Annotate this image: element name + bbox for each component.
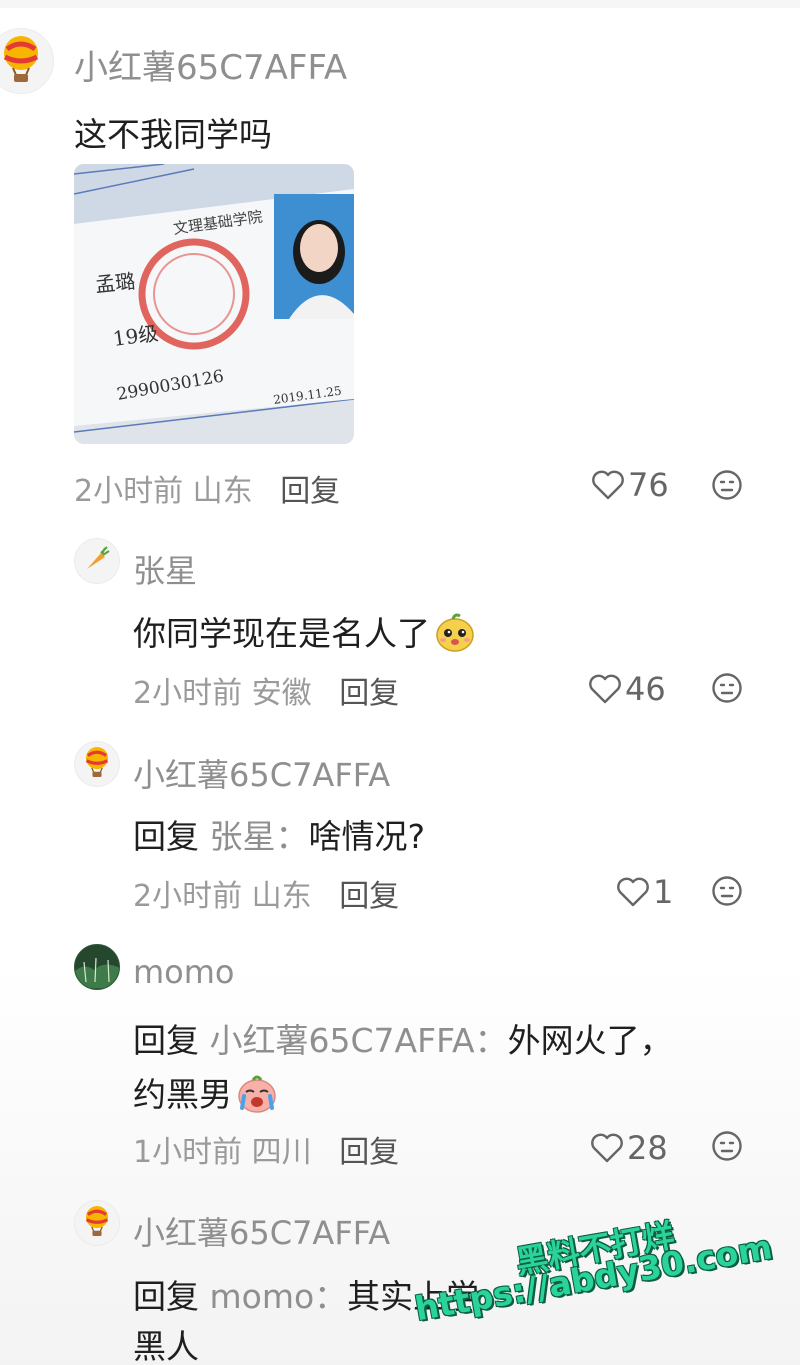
comment-username[interactable]: 小红薯65C7AFFA xyxy=(74,40,347,89)
crying-emoji-icon xyxy=(236,1072,278,1122)
comment-location: 山东 xyxy=(192,474,253,509)
dislike-face-icon xyxy=(712,876,742,906)
dislike-button[interactable] xyxy=(711,672,743,708)
comment-text-line2: 约黑男 xyxy=(133,1068,278,1122)
user-avatar[interactable] xyxy=(74,944,120,990)
comment-text: 回复 小红薯65C7AFFA：外网火了， xyxy=(133,1014,673,1062)
dislike-button[interactable] xyxy=(711,875,743,911)
reply-button[interactable]: 回复 xyxy=(339,1135,399,1170)
comment-text: 这不我同学吗 xyxy=(74,115,272,154)
comment-time: 2小时前 xyxy=(133,676,243,711)
reply-target-user[interactable]: 张星： xyxy=(210,817,309,856)
balloon-avatar-icon xyxy=(1,35,41,87)
like-count: 28 xyxy=(627,1129,668,1167)
comment-text: 回复 张星：啥情况? xyxy=(133,810,425,858)
reply-button[interactable]: 回复 xyxy=(339,879,399,914)
comment-location: 安徽 xyxy=(251,676,312,711)
reply-button[interactable]: 回复 xyxy=(339,676,399,711)
like-button[interactable]: 46 xyxy=(589,670,666,708)
user-avatar[interactable] xyxy=(74,741,120,787)
comment-text-content: 你同学现在是名人了 xyxy=(133,614,430,653)
reply-prefix: 回复 xyxy=(133,1277,199,1316)
comment-text-content: 啥情况? xyxy=(308,817,426,856)
reply-prefix: 回复 xyxy=(133,817,199,856)
dislike-face-icon xyxy=(712,1131,742,1161)
like-button[interactable]: 76 xyxy=(592,466,669,504)
balloon-avatar-icon xyxy=(84,1205,110,1241)
comment-text-content-2: 约黑男 xyxy=(133,1075,232,1114)
comment-text: 你同学现在是名人了 xyxy=(133,607,476,661)
comment-photo[interactable]: 文理基础学院 孟璐 19级 2990030126 2019.11.25 xyxy=(74,164,354,444)
dislike-button[interactable] xyxy=(711,1130,743,1166)
comment-username[interactable]: 张星 xyxy=(133,546,197,592)
carrot-avatar-icon xyxy=(83,545,111,577)
reply-target-user[interactable]: momo： xyxy=(210,1277,348,1316)
comment-meta: 2小时前 山东 回复 xyxy=(74,466,340,510)
comment-meta: 1小时前 四川 回复 xyxy=(133,1127,399,1171)
heart-icon xyxy=(591,1133,623,1163)
dislike-button[interactable] xyxy=(711,469,743,505)
like-count: 46 xyxy=(625,670,666,708)
comment-time: 2小时前 xyxy=(133,879,243,914)
comment-time: 1小时前 xyxy=(133,1135,243,1170)
top-edge xyxy=(0,0,800,8)
forest-avatar-icon xyxy=(75,945,119,989)
like-button[interactable]: 28 xyxy=(591,1129,668,1167)
lemon-emoji-icon xyxy=(434,611,476,661)
user-avatar[interactable] xyxy=(74,1200,120,1246)
like-count: 76 xyxy=(628,466,669,504)
user-avatar[interactable] xyxy=(74,538,120,584)
reply-target-user[interactable]: 小红薯65C7AFFA： xyxy=(210,1021,508,1060)
dislike-face-icon xyxy=(712,673,742,703)
comment-time: 2小时前 xyxy=(74,474,184,509)
heart-icon xyxy=(592,470,624,500)
comment-meta: 2小时前 山东 回复 xyxy=(133,871,399,915)
like-count: 1 xyxy=(653,873,674,911)
reply-prefix: 回复 xyxy=(133,1021,199,1060)
comment-username[interactable]: 小红薯65C7AFFA xyxy=(133,1208,390,1254)
comment-location: 四川 xyxy=(251,1135,312,1170)
comment-meta: 2小时前 安徽 回复 xyxy=(133,668,399,712)
heart-icon xyxy=(617,877,649,907)
comment-text-line2: 黑人 xyxy=(133,1327,199,1365)
comment-location: 山东 xyxy=(251,879,312,914)
heart-icon xyxy=(589,674,621,704)
dislike-face-icon xyxy=(712,470,742,500)
balloon-avatar-icon xyxy=(84,746,110,782)
comment-username[interactable]: 小红薯65C7AFFA xyxy=(133,750,390,796)
comment-text-content: 外网火了， xyxy=(507,1021,673,1060)
like-button[interactable]: 1 xyxy=(617,873,673,911)
comment-username[interactable]: momo xyxy=(133,953,235,991)
reply-button[interactable]: 回复 xyxy=(280,474,340,509)
photo-handwriting-name: 孟璐 xyxy=(94,269,136,297)
user-avatar[interactable] xyxy=(0,28,54,94)
